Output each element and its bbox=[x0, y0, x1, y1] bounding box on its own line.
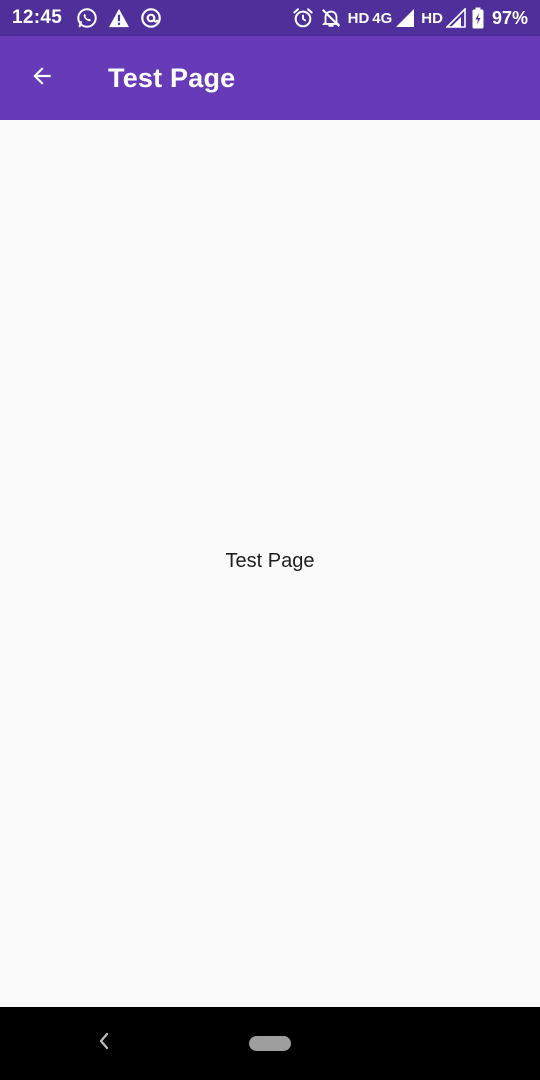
network-hd-2: HD bbox=[421, 9, 443, 27]
battery-icon bbox=[472, 7, 484, 29]
page-title: Test Page bbox=[108, 62, 236, 93]
status-bar-right: HD 4G HD 97% bbox=[292, 7, 528, 29]
status-time: 12:45 bbox=[12, 7, 63, 28]
navigation-bar bbox=[0, 1007, 540, 1080]
center-text: Test Page bbox=[225, 550, 315, 572]
alarm-icon bbox=[292, 7, 314, 29]
status-bar: 12:45 HD 4G HD 97% bbox=[0, 0, 540, 36]
nav-back-button[interactable] bbox=[90, 1029, 118, 1057]
page-body: Test Page bbox=[0, 120, 540, 1007]
signal-2-icon bbox=[445, 8, 466, 28]
chevron-left-icon bbox=[97, 1032, 111, 1055]
home-pill-icon[interactable] bbox=[249, 1036, 291, 1051]
back-button[interactable] bbox=[14, 50, 70, 106]
at-sign-icon bbox=[140, 7, 162, 29]
status-bar-left: 12:45 bbox=[12, 7, 172, 29]
network-type: 4G bbox=[372, 9, 393, 27]
arrow-back-icon bbox=[29, 63, 55, 94]
app-bar: Test Page bbox=[0, 36, 540, 120]
signal-icon bbox=[395, 8, 415, 28]
battery-percent: 97% bbox=[491, 7, 528, 28]
notifications-off-icon bbox=[320, 7, 342, 29]
network-hd-1: HD bbox=[347, 9, 370, 27]
warning-icon bbox=[108, 8, 130, 28]
whatsapp-icon bbox=[76, 7, 98, 29]
